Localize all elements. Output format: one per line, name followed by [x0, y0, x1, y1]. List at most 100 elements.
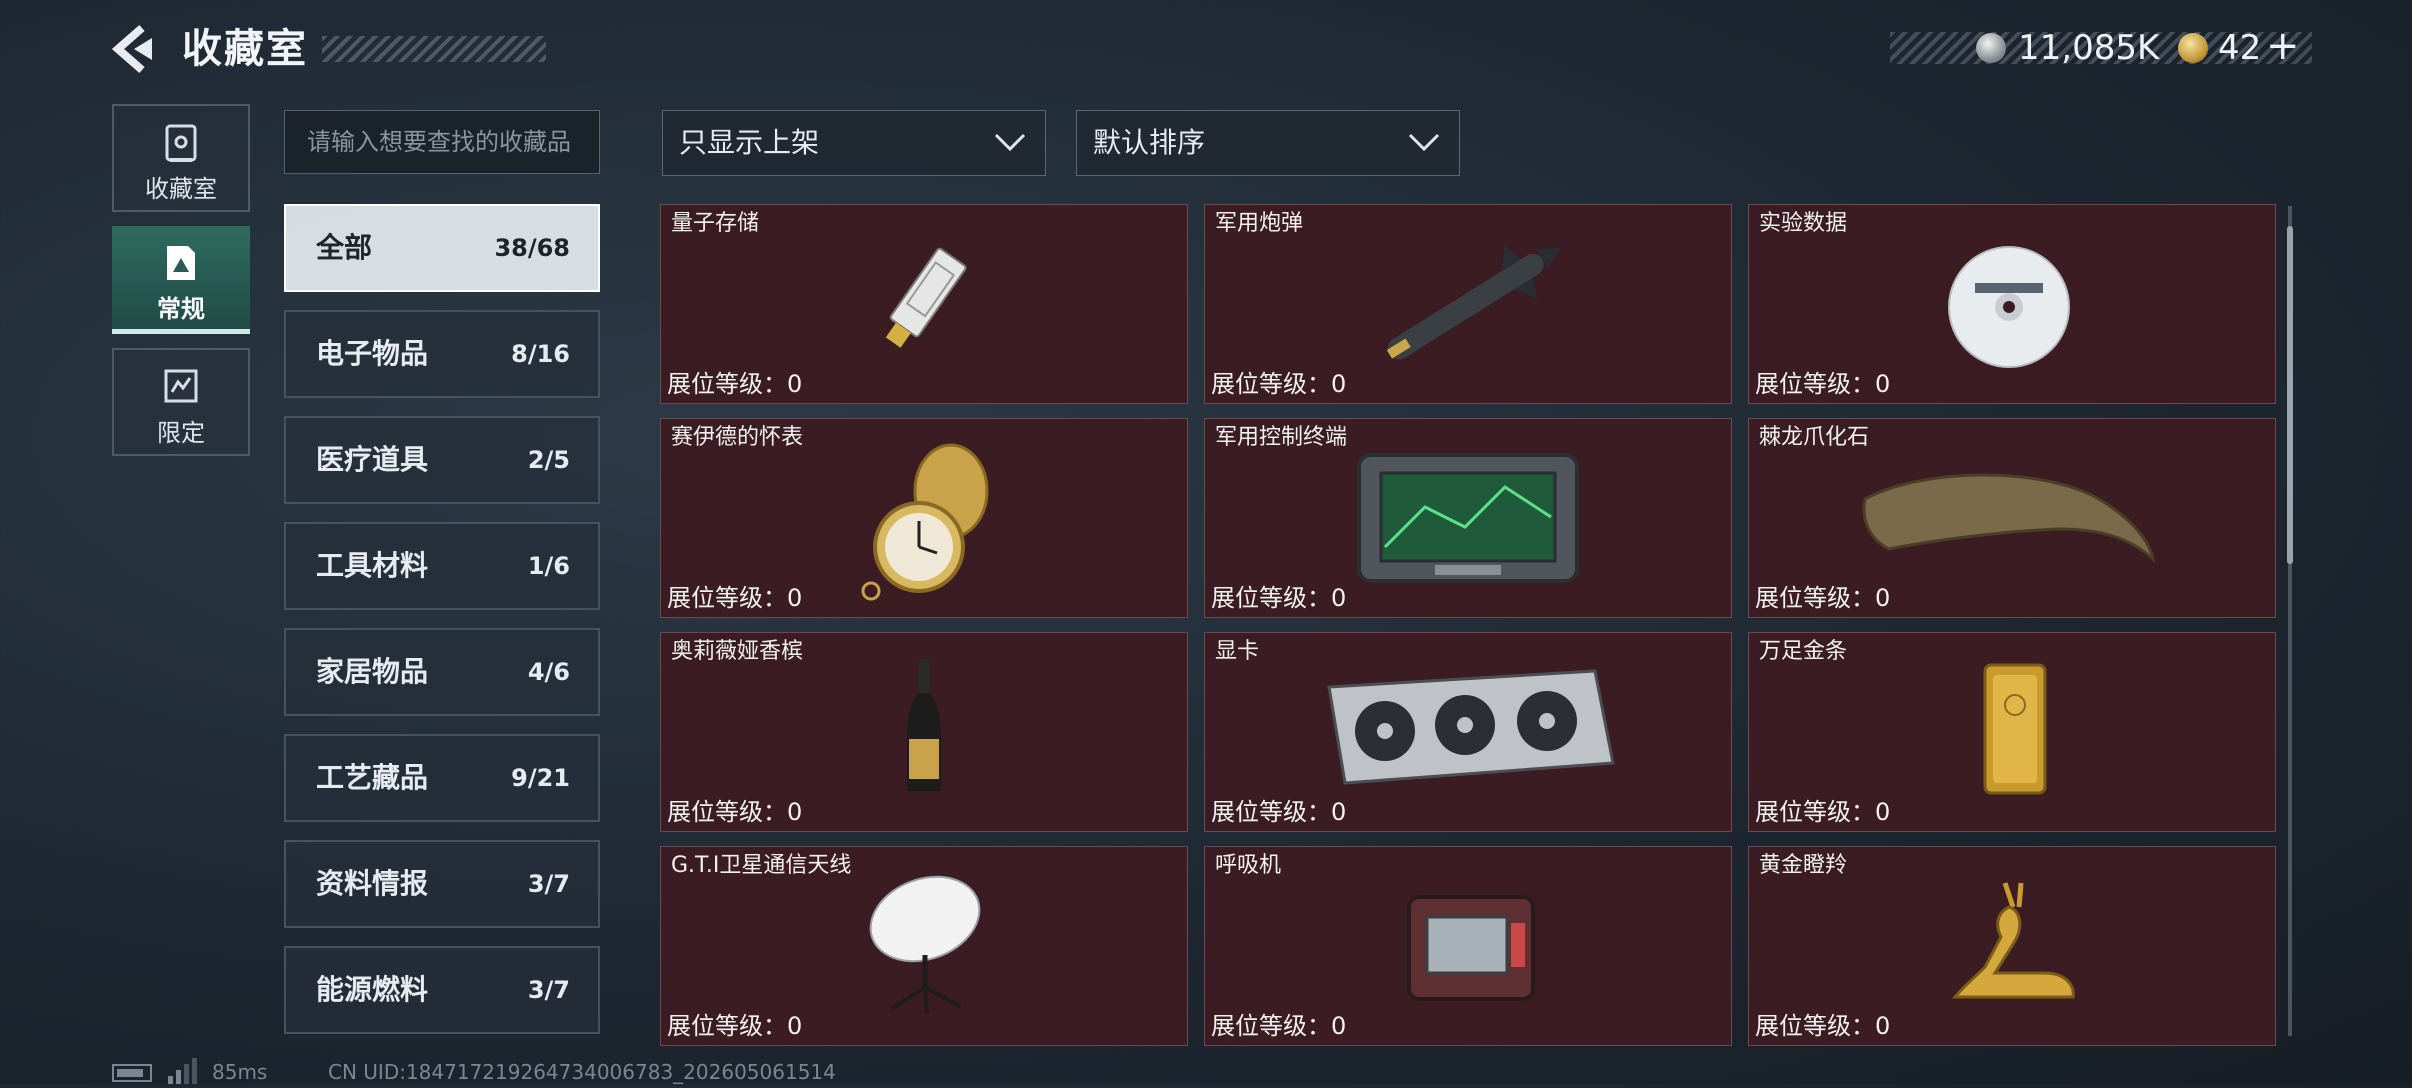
item-card[interactable]: 奥莉薇娅香槟 展位等级：0: [660, 632, 1188, 832]
item-level: 展位等级：0: [1755, 370, 1891, 398]
category-intel[interactable]: 资料情报 3/7: [284, 840, 600, 928]
gold-coin-icon: [2178, 33, 2208, 63]
item-level: 展位等级：0: [667, 798, 803, 826]
search-input[interactable]: [284, 110, 600, 174]
category-count: 1/6: [527, 552, 570, 580]
item-name: 呼吸机: [1215, 853, 1282, 878]
ventilator-icon: [1401, 887, 1541, 1011]
nav-regular[interactable]: 常规: [112, 226, 250, 334]
nav-label: 常规: [157, 295, 205, 323]
category-count: 3/7: [527, 976, 570, 1004]
nav-label: 限定: [157, 419, 205, 447]
item-name: 赛伊德的怀表: [671, 425, 804, 450]
item-name: 军用控制终端: [1215, 425, 1348, 450]
item-level: 展位等级：0: [667, 1012, 803, 1040]
uid-display: CN UID:18471721926473400678​3_2026050615…: [328, 1060, 836, 1084]
item-name: 棘龙爪化石: [1759, 425, 1870, 450]
gold-bar-icon: [1981, 661, 2049, 801]
sort-dropdown[interactable]: 默认排序: [1076, 110, 1460, 176]
category-tools[interactable]: 工具材料 1/6: [284, 522, 600, 610]
category-name: 工具材料: [316, 549, 429, 582]
category-name: 电子物品: [316, 337, 429, 370]
silver-balance: 11,085K: [2018, 28, 2160, 68]
item-card[interactable]: 棘龙爪化石 展位等级：0: [1748, 418, 2276, 618]
category-name: 资料情报: [316, 867, 429, 900]
missile-icon: [1355, 229, 1585, 383]
category-count: 38/68: [494, 234, 570, 262]
category-count: 3/7: [527, 870, 570, 898]
item-level: 展位等级：0: [1755, 1012, 1891, 1040]
page-title: 收藏室: [182, 26, 308, 72]
item-name: G.T.I卫星通信天线: [671, 853, 852, 878]
gold-balance: 42: [2218, 28, 2262, 68]
item-card[interactable]: 万足金条 展位等级：0: [1748, 632, 2276, 832]
silver-coin-icon: [1976, 33, 2006, 63]
pocket-watch-icon: [851, 441, 1001, 615]
dropdown-value: 默认排序: [1093, 126, 1206, 159]
chevron-down-icon: [993, 129, 1027, 159]
nav-collection-room[interactable]: 收藏室: [112, 104, 250, 212]
category-name: 全部: [316, 231, 373, 264]
item-name: 黄金瞪羚: [1759, 853, 1848, 878]
item-card[interactable]: 黄金瞪羚 展位等级：0: [1748, 846, 2276, 1046]
item-level: 展位等级：0: [1211, 1012, 1347, 1040]
item-card[interactable]: 量子存储 展位等级：0: [660, 204, 1188, 404]
active-indicator: [112, 329, 250, 334]
champagne-bottle-icon: [901, 657, 947, 801]
category-count: 2/5: [527, 446, 570, 474]
category-household[interactable]: 家居物品 4/6: [284, 628, 600, 716]
item-name: 实验数据: [1759, 211, 1848, 236]
back-arrow-icon[interactable]: [111, 24, 158, 74]
title-decoration: [322, 36, 546, 62]
category-count: 4/6: [527, 658, 570, 686]
nav-label: 收藏室: [145, 175, 217, 203]
item-card[interactable]: 显卡 展位等级：0: [1204, 632, 1732, 832]
item-name: 量子存储: [671, 211, 760, 236]
disc-icon: [1945, 243, 2073, 375]
category-name: 工艺藏品: [316, 761, 429, 794]
regular-icon: [164, 244, 198, 286]
display-filter-dropdown[interactable]: 只显示上架: [662, 110, 1046, 176]
dropdown-value: 只显示上架: [679, 126, 820, 159]
item-level: 展位等级：0: [667, 584, 803, 612]
category-medical[interactable]: 医疗道具 2/5: [284, 416, 600, 504]
item-card[interactable]: 呼吸机 展位等级：0: [1204, 846, 1732, 1046]
item-level: 展位等级：0: [667, 370, 803, 398]
item-card[interactable]: 实验数据 展位等级：0: [1748, 204, 2276, 404]
graphics-card-icon: [1325, 667, 1617, 791]
category-name: 医疗道具: [316, 443, 429, 476]
satellite-dish-icon: [861, 875, 991, 1019]
limited-icon: [163, 368, 199, 408]
item-level: 展位等级：0: [1211, 370, 1347, 398]
item-name: 显卡: [1215, 639, 1260, 664]
control-terminal-icon: [1355, 447, 1581, 593]
gold-gazelle-icon: [1935, 877, 2085, 1011]
ping-display: 85ms: [212, 1060, 268, 1084]
item-card[interactable]: G.T.I卫星通信天线 展位等级：0: [660, 846, 1188, 1046]
item-name: 奥莉薇娅香槟: [671, 639, 804, 664]
usb-drive-icon: [861, 241, 981, 365]
chevron-down-icon: [1407, 129, 1441, 159]
item-card[interactable]: 军用控制终端 展位等级：0: [1204, 418, 1732, 618]
item-name: 万足金条: [1759, 639, 1848, 664]
item-card[interactable]: 赛伊德的怀表 展位等级：0: [660, 418, 1188, 618]
item-level: 展位等级：0: [1755, 798, 1891, 826]
item-level: 展位等级：0: [1211, 584, 1347, 612]
item-name: 军用炮弹: [1215, 211, 1304, 236]
nav-limited[interactable]: 限定: [112, 348, 250, 456]
category-name: 家居物品: [316, 655, 429, 688]
category-electronics[interactable]: 电子物品 8/16: [284, 310, 600, 398]
category-name: 能源燃料: [316, 973, 429, 1006]
category-all[interactable]: 全部 38/68: [284, 204, 600, 292]
category-energy[interactable]: 能源燃料 3/7: [284, 946, 600, 1034]
item-level: 展位等级：0: [1755, 584, 1891, 612]
item-card[interactable]: 军用炮弹 展位等级：0: [1204, 204, 1732, 404]
item-level: 展位等级：0: [1211, 798, 1347, 826]
category-crafts[interactable]: 工艺藏品 9/21: [284, 734, 600, 822]
claw-fossil-icon: [1859, 459, 2159, 573]
category-count: 8/16: [511, 340, 570, 368]
scrollbar-thumb[interactable]: [2287, 226, 2293, 564]
add-currency-button[interactable]: +: [2266, 24, 2300, 68]
category-count: 9/21: [511, 764, 570, 792]
battery-icon: [112, 1064, 152, 1082]
